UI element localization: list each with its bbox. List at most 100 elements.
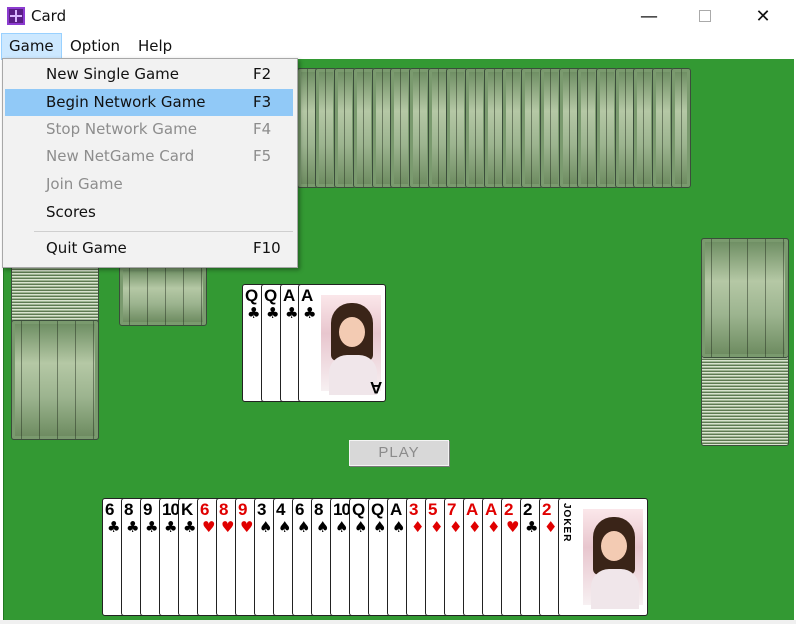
- card-rank: A: [283, 286, 295, 305]
- card-rank: Q: [352, 500, 365, 519]
- card-rank: 2: [542, 500, 552, 519]
- card-rank-corner: A: [370, 378, 382, 397]
- card-suit-icon: ♠: [373, 518, 387, 536]
- menu-new-single-game[interactable]: New Single Game F2: [5, 61, 293, 88]
- card-rank: 10: [162, 500, 180, 519]
- card-suit-icon: ♦: [544, 518, 558, 536]
- card-suit-icon: ♣: [525, 518, 539, 536]
- card-portrait-image: [583, 509, 643, 609]
- menu-help[interactable]: Help: [131, 34, 179, 59]
- menu-bar: Game Option Help: [0, 33, 796, 60]
- menu-join-game[interactable]: Join Game: [5, 171, 293, 198]
- card-rank: A: [390, 500, 402, 519]
- play-button[interactable]: PLAY: [349, 440, 449, 466]
- menu-item-shortcut: F10: [253, 239, 281, 257]
- title-bar: Card — ✕: [0, 0, 796, 34]
- card-rank: 9: [238, 500, 248, 519]
- card-suit-icon: ♣: [145, 518, 159, 536]
- card-suit-icon: ♠: [297, 518, 311, 536]
- card-rank: 10: [333, 500, 351, 519]
- menu-item-label: New NetGame Card: [46, 147, 195, 165]
- card-suit-icon: ♠: [392, 518, 406, 536]
- card-rank: 2: [523, 500, 533, 519]
- card-suit-icon: ♣: [266, 304, 280, 322]
- card-rank: Q: [264, 286, 277, 305]
- card-rank: 2: [504, 500, 514, 519]
- menu-game[interactable]: Game: [1, 33, 62, 60]
- card-suit-icon: ♥: [506, 518, 520, 536]
- card-rank: 8: [219, 500, 229, 519]
- card-suit-icon: ♣: [183, 518, 197, 536]
- card-back: [11, 320, 99, 440]
- card-rank: 7: [447, 500, 457, 519]
- card-rank: A: [485, 500, 497, 519]
- card-suit-icon: ♦: [468, 518, 482, 536]
- menu-stop-network-game[interactable]: Stop Network Game F4: [5, 116, 293, 143]
- card-rank: 8: [124, 500, 134, 519]
- card-suit-icon: ♥: [202, 518, 216, 536]
- menu-new-netgame-card[interactable]: New NetGame Card F5: [5, 143, 293, 170]
- card-back: [701, 238, 789, 358]
- card-suit-icon: ♣: [164, 518, 178, 536]
- card-suit-icon: ♣: [285, 304, 299, 322]
- menu-item-shortcut: F4: [253, 120, 272, 138]
- menu-item-label: Scores: [46, 203, 96, 221]
- card-rank: 4: [276, 500, 286, 519]
- card-rank: 9: [143, 500, 153, 519]
- window-bottom-edge: [0, 620, 796, 624]
- menu-item-label: Join Game: [46, 175, 123, 193]
- menu-item-shortcut: F3: [253, 93, 272, 111]
- menu-scores[interactable]: Scores: [5, 199, 293, 226]
- card-rank: 8: [314, 500, 324, 519]
- card-suit-icon: ♥: [221, 518, 235, 536]
- card-suit-icon: ♦: [430, 518, 444, 536]
- card-suit-icon: ♠: [354, 518, 368, 536]
- game-menu-dropdown: New Single Game F2 Begin Network Game F3 S…: [2, 58, 298, 268]
- app-icon: [7, 7, 25, 25]
- card-rank: 6: [200, 500, 210, 519]
- playing-card[interactable]: JOKER: [558, 498, 648, 616]
- card-rank: 5: [428, 500, 438, 519]
- card-suit-icon: ♠: [316, 518, 330, 536]
- card-suit-icon: ♠: [335, 518, 349, 536]
- card-back: [671, 68, 691, 188]
- card-rank: A: [466, 500, 478, 519]
- card-suit-icon: ♠: [278, 518, 292, 536]
- close-icon: ✕: [755, 6, 771, 27]
- card-suit-icon: ♦: [411, 518, 425, 536]
- card-rank: JOKER: [561, 503, 572, 543]
- card-suit-icon: ♣: [126, 518, 140, 536]
- card-suit-icon: ♣: [247, 304, 261, 322]
- card-rank: 6: [295, 500, 305, 519]
- card-suit-icon: ♦: [449, 518, 463, 536]
- card-rank: Q: [371, 500, 384, 519]
- menu-item-label: Stop Network Game: [46, 120, 197, 138]
- menu-item-label: Quit Game: [46, 239, 127, 257]
- close-button[interactable]: ✕: [740, 0, 786, 34]
- maximize-button[interactable]: [682, 0, 728, 34]
- menu-option[interactable]: Option: [63, 34, 127, 59]
- card-suit-icon: ♦: [487, 518, 501, 536]
- menu-item-shortcut: F2: [253, 65, 272, 83]
- menu-separator: [34, 231, 293, 232]
- card-rank: 3: [257, 500, 267, 519]
- card-back: [119, 266, 207, 326]
- card-back-calligraphy: [12, 321, 98, 439]
- card-suit-icon: ♠: [259, 518, 273, 536]
- card-rank: K: [181, 500, 193, 519]
- card-rank: Q: [245, 286, 258, 305]
- card-rank: 3: [409, 500, 419, 519]
- card-suit-icon: ♥: [240, 518, 254, 536]
- minimize-icon: —: [640, 6, 658, 27]
- menu-item-label: Begin Network Game: [46, 93, 206, 111]
- card-rank: 6: [105, 500, 115, 519]
- card-suit-icon: ♣: [107, 518, 121, 536]
- window-title: Card: [31, 7, 67, 25]
- playing-card[interactable]: A ♣ A: [298, 284, 386, 402]
- menu-item-label: New Single Game: [46, 65, 180, 83]
- minimize-button[interactable]: —: [626, 0, 672, 34]
- menu-quit-game[interactable]: Quit Game F10: [5, 235, 293, 262]
- menu-item-shortcut: F5: [253, 147, 272, 165]
- menu-begin-network-game[interactable]: Begin Network Game F3: [5, 89, 293, 116]
- maximize-icon: [699, 10, 711, 22]
